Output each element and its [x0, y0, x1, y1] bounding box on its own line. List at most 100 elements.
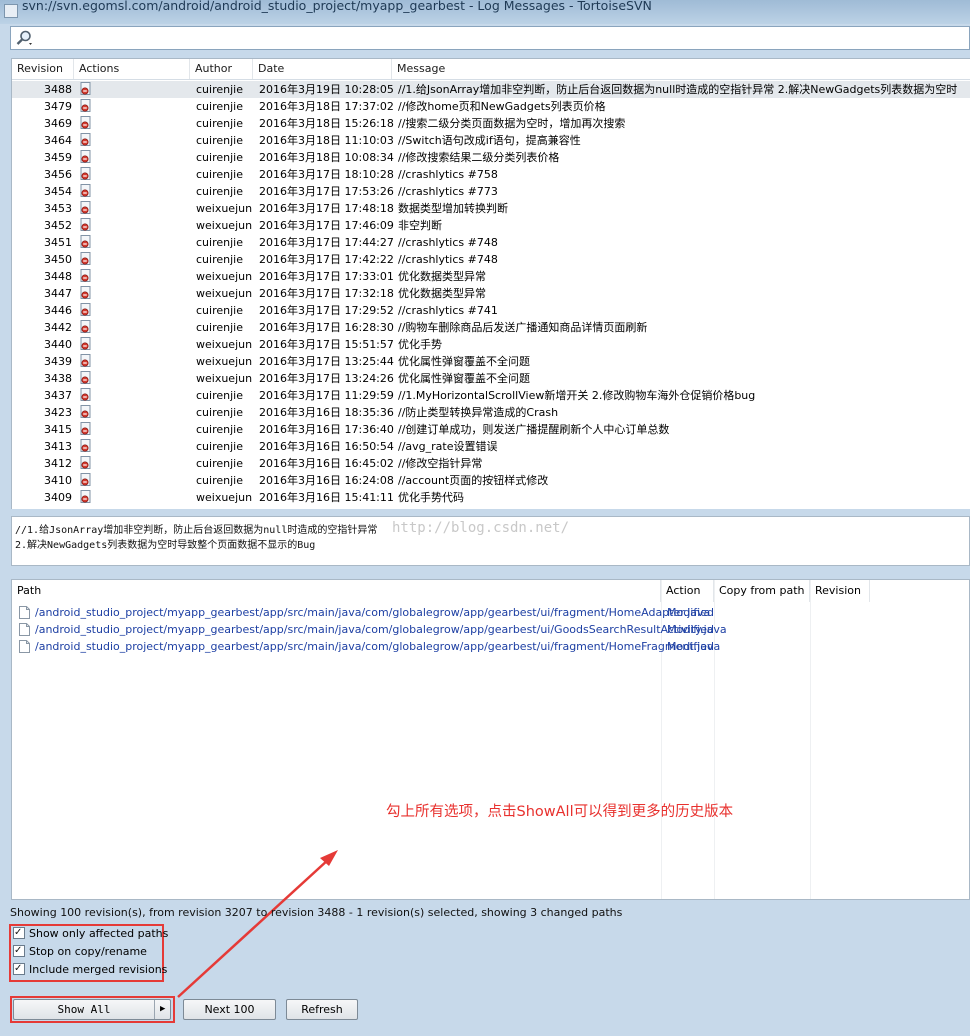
author-cell: cuirenjie — [196, 83, 243, 96]
col-actions-header[interactable]: Actions — [74, 59, 190, 79]
col-path-header[interactable]: Path — [12, 580, 661, 602]
modified-action-icon — [80, 149, 96, 166]
modified-action-icon — [80, 472, 96, 489]
log-row[interactable]: 3415 cuirenjie 2016年3月16日 17:36:40 //创建订单成功… — [12, 421, 970, 438]
stop-on-copy-label: Stop on copy/rename — [29, 945, 147, 958]
modified-action-icon — [80, 387, 96, 404]
stop-on-copy-checkbox[interactable]: Stop on copy/rename — [13, 943, 147, 960]
checkbox-checked-icon[interactable] — [13, 925, 25, 941]
message-cell: 优化手势 — [398, 338, 442, 351]
window-title: svn://svn.egomsl.com/android/android_stu… — [22, 0, 652, 13]
log-row[interactable]: 3423 cuirenjie 2016年3月16日 18:35:36 //防止类型转换… — [12, 404, 970, 421]
show-all-button[interactable]: Show All ▶ — [13, 999, 171, 1020]
log-row[interactable]: 3454 cuirenjie 2016年3月17日 17:53:26 //crashl… — [12, 183, 970, 200]
author-cell: weixuejun — [196, 219, 253, 232]
message-cell: //avg_rate设置错误 — [398, 440, 498, 453]
log-row[interactable]: 3450 cuirenjie 2016年3月17日 17:42:22 //crashl… — [12, 251, 970, 268]
next-100-button[interactable]: Next 100 — [183, 999, 276, 1020]
checkbox-checked-icon[interactable] — [13, 943, 25, 959]
revision-cell: 3440 — [44, 338, 72, 351]
log-row[interactable]: 3459 cuirenjie 2016年3月18日 10:08:34 //修改搜索结果… — [12, 149, 970, 166]
path-cell: /android_studio_project/myapp_gearbest/a… — [35, 640, 721, 653]
show-only-affected-checkbox[interactable]: Show only affected paths — [13, 925, 169, 942]
modified-action-icon — [80, 234, 96, 251]
modified-action-icon — [80, 489, 96, 506]
col-date-header[interactable]: Date — [253, 59, 392, 79]
log-row[interactable]: 3464 cuirenjie 2016年3月18日 11:10:03 //Switch… — [12, 132, 970, 149]
author-cell: cuirenjie — [196, 474, 243, 487]
message-detail-panel[interactable]: //1.给JsonArray增加非空判断，防止后台返回数据为null时造成的空指… — [11, 516, 970, 566]
show-all-dropdown[interactable]: ▶ — [154, 1000, 172, 1019]
author-cell: cuirenjie — [196, 321, 243, 334]
log-row[interactable]: 3438 weixuejun 2016年3月17日 13:24:26 优化属性弹窗覆盖… — [12, 370, 970, 387]
log-row[interactable]: 3451 cuirenjie 2016年3月17日 17:44:27 //crashl… — [12, 234, 970, 251]
log-row[interactable]: 3412 cuirenjie 2016年3月16日 16:45:02 //修改空指针异… — [12, 455, 970, 472]
path-row[interactable]: /android_studio_project/myapp_gearbest/a… — [12, 604, 969, 621]
revision-cell: 3454 — [44, 185, 72, 198]
revision-cell: 3488 — [44, 83, 72, 96]
revision-cell: 3410 — [44, 474, 72, 487]
revision-cell: 3446 — [44, 304, 72, 317]
message-cell: 优化手势代码 — [398, 491, 464, 504]
checkbox-checked-icon[interactable] — [13, 961, 25, 977]
date-cell: 2016年3月17日 17:29:52 — [259, 304, 394, 317]
path-row[interactable]: /android_studio_project/myapp_gearbest/a… — [12, 621, 969, 638]
refresh-button[interactable]: Refresh — [286, 999, 358, 1020]
date-cell: 2016年3月18日 17:37:02 — [259, 100, 394, 113]
date-cell: 2016年3月17日 15:51:57 — [259, 338, 394, 351]
col-action-header[interactable]: Action — [661, 580, 714, 602]
changed-paths-table[interactable]: Path Action Copy from path Revision /and… — [11, 579, 970, 900]
log-row[interactable]: 3437 cuirenjie 2016年3月17日 11:29:59 //1.MyHo… — [12, 387, 970, 404]
log-row[interactable]: 3440 weixuejun 2016年3月17日 15:51:57 优化手势 — [12, 336, 970, 353]
message-cell: //crashlytics #741 — [398, 304, 498, 317]
message-cell: //1.给JsonArray增加非空判断，防止后台返回数据为null时造成的空指… — [398, 83, 958, 96]
modified-action-icon — [80, 319, 96, 336]
search-input[interactable] — [37, 29, 957, 47]
author-cell: cuirenjie — [196, 253, 243, 266]
col-message-header[interactable]: Message — [392, 59, 970, 79]
message-cell: //购物车删除商品后发送广播通知商品详情页面刷新 — [398, 321, 648, 334]
include-merged-checkbox[interactable]: Include merged revisions — [13, 961, 167, 978]
log-row[interactable]: 3452 weixuejun 2016年3月17日 17:46:09 非空判断 — [12, 217, 970, 234]
date-cell: 2016年3月16日 16:45:02 — [259, 457, 394, 470]
modified-action-icon — [80, 132, 96, 149]
revision-cell: 3464 — [44, 134, 72, 147]
log-row[interactable]: 3410 cuirenjie 2016年3月16日 16:24:08 //accoun… — [12, 472, 970, 489]
log-row[interactable]: 3453 weixuejun 2016年3月17日 17:48:18 数据类型增加转换… — [12, 200, 970, 217]
blog-watermark: http://blog.csdn.net/ — [392, 520, 570, 536]
log-row[interactable]: 3448 weixuejun 2016年3月17日 17:33:01 优化数据类型异常 — [12, 268, 970, 285]
revision-cell: 3438 — [44, 372, 72, 385]
search-icon[interactable] — [15, 29, 33, 47]
log-row[interactable]: 3488 cuirenjie 2016年3月19日 10:28:05 //1.给Jso… — [12, 81, 970, 98]
triangle-right-icon: ▶ — [160, 1004, 166, 1014]
date-cell: 2016年3月16日 16:50:54 — [259, 440, 394, 453]
col-revision-header-paths[interactable]: Revision — [810, 580, 870, 602]
path-row[interactable]: /android_studio_project/myapp_gearbest/a… — [12, 638, 969, 655]
col-revision-header[interactable]: Revision — [12, 59, 74, 79]
revision-cell: 3413 — [44, 440, 72, 453]
message-cell: 优化属性弹窗覆盖不全问题 — [398, 372, 530, 385]
modified-action-icon — [80, 268, 96, 285]
log-row[interactable]: 3446 cuirenjie 2016年3月17日 17:29:52 //crashl… — [12, 302, 970, 319]
author-cell: weixuejun — [196, 372, 253, 385]
log-row[interactable]: 3439 weixuejun 2016年3月17日 13:25:44 优化属性弹窗覆盖… — [12, 353, 970, 370]
log-row[interactable]: 3479 cuirenjie 2016年3月18日 17:37:02 //修改home… — [12, 98, 970, 115]
message-cell: //防止类型转换异常造成的Crash — [398, 406, 559, 419]
col-author-header[interactable]: Author — [190, 59, 253, 79]
date-cell: 2016年3月17日 17:48:18 — [259, 202, 394, 215]
log-row[interactable]: 3409 weixuejun 2016年3月16日 15:41:11 优化手势代码 — [12, 489, 970, 506]
show-only-affected-label: Show only affected paths — [29, 927, 169, 940]
log-row[interactable]: 3447 weixuejun 2016年3月17日 17:32:18 优化数据类型异常 — [12, 285, 970, 302]
search-bar[interactable] — [10, 26, 970, 50]
revision-cell: 3452 — [44, 219, 72, 232]
log-row[interactable]: 3456 cuirenjie 2016年3月17日 18:10:28 //crashl… — [12, 166, 970, 183]
date-cell: 2016年3月17日 17:46:09 — [259, 219, 394, 232]
action-cell: Modified — [667, 623, 714, 636]
log-row[interactable]: 3413 cuirenjie 2016年3月16日 16:50:54 //avg_ra… — [12, 438, 970, 455]
log-messages-table[interactable]: Revision Actions Author Date Message 348… — [11, 58, 970, 509]
log-row[interactable]: 3469 cuirenjie 2016年3月18日 15:26:18 //搜索二级分类… — [12, 115, 970, 132]
col-copy-from-path-header[interactable]: Copy from path — [714, 580, 810, 602]
log-row[interactable]: 3442 cuirenjie 2016年3月17日 16:28:30 //购物车删除商… — [12, 319, 970, 336]
revision-cell: 3409 — [44, 491, 72, 504]
message-cell: //修改搜索结果二级分类列表价格 — [398, 151, 560, 164]
